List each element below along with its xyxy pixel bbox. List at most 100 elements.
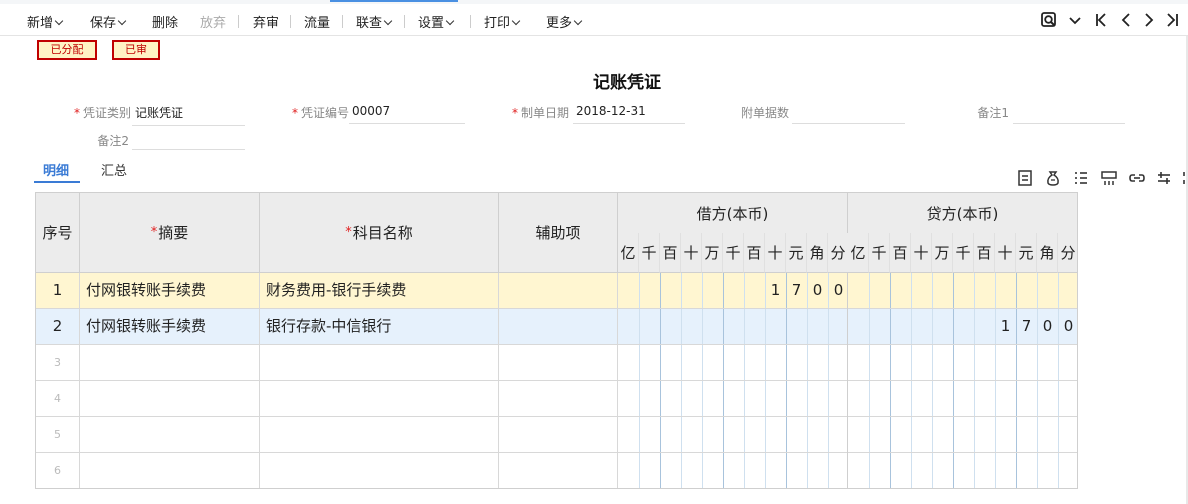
digit-grid-line <box>702 273 703 308</box>
money-bag-icon[interactable] <box>1044 169 1062 187</box>
summary-cell[interactable] <box>80 345 260 381</box>
summary-cell[interactable]: 付网银转账手续费 <box>80 309 260 345</box>
split-icon[interactable] <box>1100 169 1118 187</box>
digit-grid-line <box>974 417 975 452</box>
save-button[interactable]: 保存 <box>90 12 127 31</box>
voucher-type-field[interactable]: 记账凭证 <box>132 104 245 126</box>
aux-cell[interactable] <box>499 273 618 309</box>
digit-grid-line <box>744 273 745 308</box>
insert-row-icon[interactable] <box>1016 169 1034 187</box>
voucher-grid: 序号 * 摘要 * 科目名称 辅助项 借方(本币) 贷方(本币) 亿千百十万千百十元… <box>35 192 1078 489</box>
account-cell[interactable] <box>260 453 499 488</box>
digit-grid-line <box>765 453 766 488</box>
print-button[interactable]: 打印 <box>484 12 521 31</box>
add-button[interactable]: 新增 <box>27 12 64 31</box>
summary-cell[interactable] <box>80 453 260 488</box>
note1-label: 备注1 <box>977 106 1009 120</box>
digit-grid-line <box>869 453 870 488</box>
seq-cell[interactable]: 5 <box>36 417 80 453</box>
table-row[interactable]: 5 <box>36 417 1077 453</box>
debit-credit-divider <box>847 381 848 417</box>
prev-icon[interactable] <box>1117 11 1135 29</box>
digit-grid-line <box>807 453 808 488</box>
digit-grid-line <box>660 417 661 452</box>
digit-grid-line <box>911 309 912 344</box>
cashflow-button[interactable]: 流量 <box>304 12 330 31</box>
digit-grid-line <box>744 417 745 452</box>
toolbar: 新增 保存 删除 放弃 弃审 流量 联查 设置 打印 更多 <box>0 4 1188 36</box>
swap-icon[interactable] <box>1155 169 1173 187</box>
summary-cell[interactable]: 付网银转账手续费 <box>80 273 260 309</box>
account-cell[interactable] <box>260 345 499 381</box>
digit-grid-line <box>639 309 640 344</box>
debit-credit-divider <box>847 417 848 453</box>
aux-cell[interactable] <box>499 381 618 417</box>
chevron-down-icon[interactable] <box>1066 11 1084 29</box>
seq-cell[interactable]: 3 <box>36 345 80 381</box>
credit-amount-digit: 1 <box>1000 317 1011 335</box>
digit-grid-line <box>681 417 682 452</box>
digit-grid-line <box>890 273 891 308</box>
account-cell[interactable] <box>260 381 499 417</box>
page-title: 记账凭证 <box>593 73 661 93</box>
debit-digit-header: 千 <box>723 233 744 273</box>
aux-cell[interactable] <box>499 417 618 453</box>
settings-button[interactable]: 设置 <box>418 12 455 31</box>
credit-digit-header: 分 <box>1058 233 1077 273</box>
list-icon[interactable] <box>1072 169 1090 187</box>
more-button[interactable]: 更多 <box>546 12 583 31</box>
digit-grid-line <box>911 345 912 380</box>
credit-digit-header: 百 <box>974 233 995 273</box>
table-row[interactable]: 4 <box>36 381 1077 417</box>
attachments-field[interactable] <box>792 102 905 124</box>
debit-amount-digit: 0 <box>812 281 823 299</box>
table-row[interactable]: 3 <box>36 345 1077 381</box>
digit-grid-line <box>639 273 640 308</box>
last-page-icon[interactable] <box>1164 11 1182 29</box>
digit-grid-line <box>1016 381 1017 416</box>
tab-detail[interactable]: 明细 <box>43 160 69 179</box>
summary-cell[interactable] <box>80 381 260 417</box>
digit-grid-line <box>974 309 975 344</box>
account-cell[interactable] <box>260 417 499 453</box>
table-row[interactable]: 6 <box>36 453 1077 488</box>
digit-grid-line <box>869 417 870 452</box>
seq-cell[interactable]: 4 <box>36 381 80 417</box>
seq-cell[interactable]: 6 <box>36 453 80 488</box>
chevron-down-icon <box>117 16 127 26</box>
seq-cell[interactable]: 1 <box>36 273 80 309</box>
account-cell[interactable]: 银行存款-中信银行 <box>260 309 499 345</box>
link-icon[interactable] <box>1128 169 1146 187</box>
table-row[interactable]: 1 付网银转账手续费 财务费用-银行手续费 1 7 0 0 <box>36 273 1077 309</box>
first-page-icon[interactable] <box>1092 11 1110 29</box>
digit-grid-line <box>890 417 891 452</box>
digit-grid-line <box>911 273 912 308</box>
digit-grid-line <box>1058 345 1059 380</box>
query-button[interactable]: 联查 <box>356 12 393 31</box>
credit-digit-header: 亿 <box>848 233 869 273</box>
delete-button[interactable]: 删除 <box>152 12 178 31</box>
note2-field[interactable] <box>132 128 245 150</box>
account-cell[interactable]: 财务费用-银行手续费 <box>260 273 499 309</box>
aux-cell[interactable] <box>499 309 618 345</box>
table-row[interactable]: 2 付网银转账手续费 银行存款-中信银行 1 7 0 0 <box>36 309 1077 345</box>
discard-button[interactable]: 放弃 <box>200 12 226 31</box>
voucher-number-field[interactable]: 00007 <box>349 102 465 124</box>
summary-cell[interactable] <box>80 417 260 453</box>
note1-field[interactable] <box>1013 102 1125 124</box>
aux-cell[interactable] <box>499 453 618 488</box>
next-icon[interactable] <box>1140 11 1158 29</box>
digit-grid-line <box>681 453 682 488</box>
tab-summary[interactable]: 汇总 <box>101 160 127 179</box>
aux-cell[interactable] <box>499 345 618 381</box>
debit-digit-header: 十 <box>765 233 786 273</box>
debit-digit-header: 万 <box>702 233 723 273</box>
digit-grid-line <box>765 417 766 452</box>
unapprove-button[interactable]: 弃审 <box>253 12 279 31</box>
digit-grid-line <box>869 273 870 308</box>
debit-credit-divider <box>847 453 848 488</box>
seq-cell[interactable]: 2 <box>36 309 80 345</box>
digit-grid-line <box>1037 453 1038 488</box>
find-icon[interactable] <box>1040 11 1058 29</box>
date-field[interactable]: 2018-12-31 <box>573 102 685 124</box>
